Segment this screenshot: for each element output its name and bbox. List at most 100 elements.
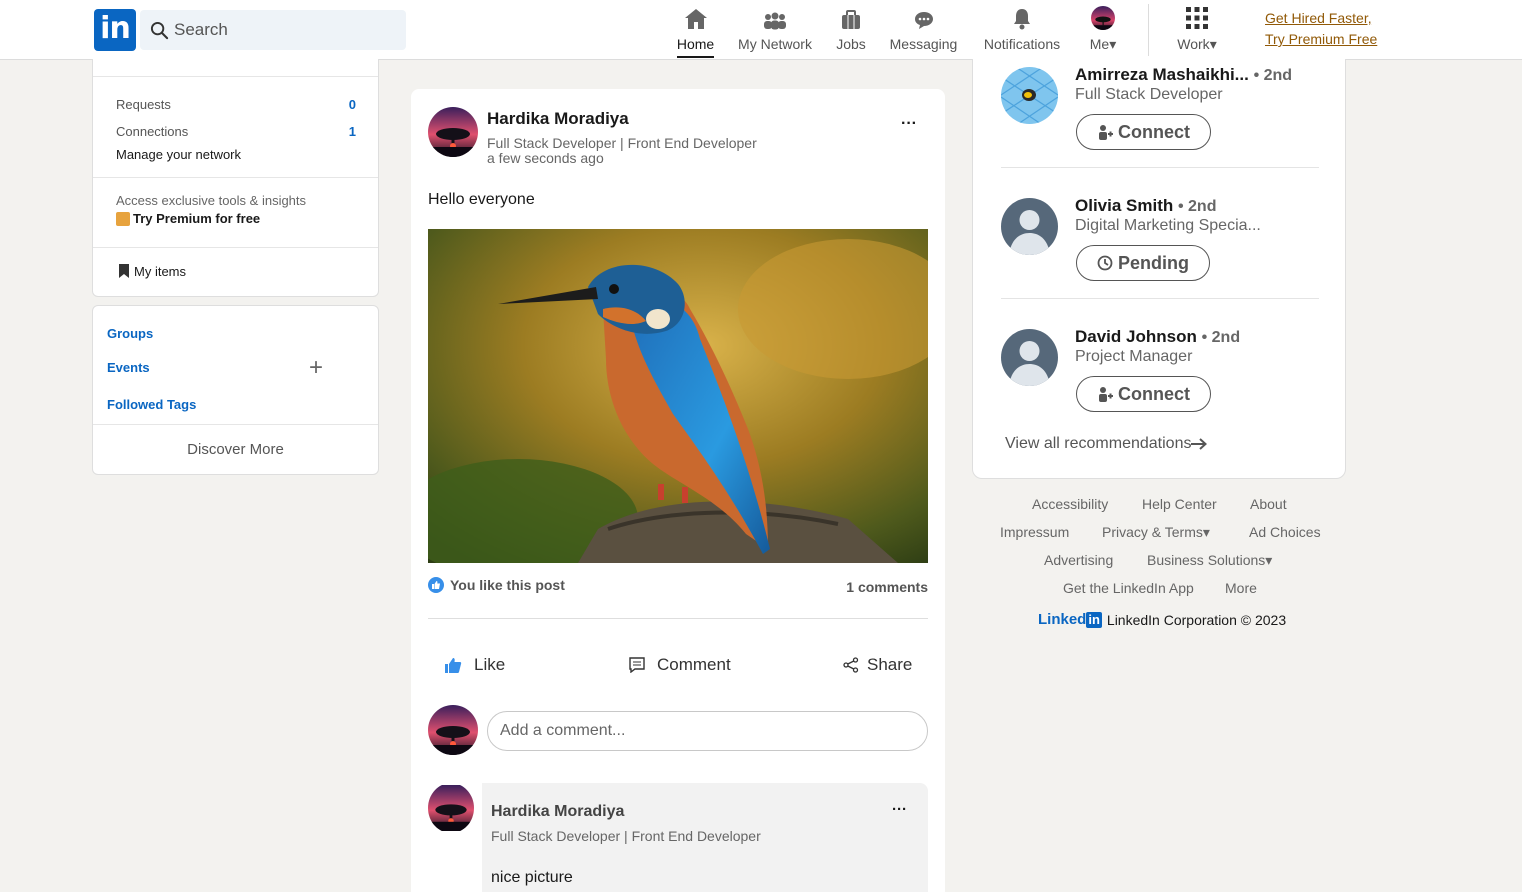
nav-me[interactable]: Me▾ bbox=[1086, 0, 1120, 60]
search-input[interactable] bbox=[174, 20, 374, 40]
nav-jobs[interactable]: Jobs bbox=[835, 0, 867, 60]
recommendation-name[interactable]: David Johnson • 2nd bbox=[1075, 327, 1240, 347]
commenter-avatar[interactable] bbox=[428, 705, 478, 755]
top-nav: in Home My Network Jobs Messaging Notifi… bbox=[0, 0, 1522, 60]
footer-link-more[interactable]: More bbox=[1225, 580, 1257, 596]
recommendation-name[interactable]: Amirreza Mashaikhi... • 2nd bbox=[1075, 65, 1292, 85]
add-event-button[interactable]: + bbox=[309, 356, 323, 380]
connection-degree: • 2nd bbox=[1201, 329, 1241, 346]
nav-notifications[interactable]: Notifications bbox=[981, 0, 1063, 60]
discover-more-button[interactable]: Discover More bbox=[93, 424, 378, 475]
nav-jobs-label: Jobs bbox=[836, 36, 866, 52]
footer-link-advertising[interactable]: Advertising bbox=[1044, 552, 1113, 568]
post-image-kingfisher[interactable] bbox=[428, 229, 928, 563]
recommendation-avatar[interactable] bbox=[1001, 329, 1058, 386]
requests-row[interactable]: Requests 0 bbox=[116, 97, 356, 112]
nav-work[interactable]: Work▾ bbox=[1176, 0, 1218, 60]
connections-count: 1 bbox=[348, 124, 356, 139]
bell-icon bbox=[1014, 9, 1030, 30]
nav-home[interactable]: Home bbox=[677, 0, 714, 60]
chevron-down-icon: ▾ bbox=[1209, 36, 1217, 52]
premium-line-2: Try Premium Free bbox=[1265, 31, 1378, 47]
nav-messaging-label: Messaging bbox=[889, 36, 958, 52]
chevron-down-icon: ▾ bbox=[1109, 36, 1117, 52]
footer-link-about[interactable]: About bbox=[1250, 496, 1287, 512]
premium-promo-text: Access exclusive tools & insights bbox=[116, 193, 307, 208]
try-premium-link[interactable]: Try Premium for free bbox=[116, 211, 260, 226]
my-items-link[interactable]: My items bbox=[118, 263, 186, 279]
footer-link-help-center[interactable]: Help Center bbox=[1142, 496, 1217, 512]
share-icon bbox=[843, 657, 859, 673]
share-button[interactable]: Share bbox=[843, 655, 912, 675]
footer-link-get-app[interactable]: Get the LinkedIn App bbox=[1063, 580, 1194, 596]
grid-icon bbox=[1186, 7, 1208, 29]
add-user-icon bbox=[1099, 125, 1113, 140]
post-reactions[interactable]: You like this post bbox=[428, 577, 565, 593]
copyright-text: LinkedIn Corporation © 2023 bbox=[1106, 611, 1287, 628]
linkedin-logo-small: in bbox=[1086, 611, 1102, 628]
linkedin-logo[interactable]: in bbox=[94, 9, 136, 51]
recommendation-name[interactable]: Olivia Smith • 2nd bbox=[1075, 196, 1216, 216]
nav-my-network[interactable]: My Network bbox=[737, 0, 813, 60]
footer-link-accessibility[interactable]: Accessibility bbox=[1032, 496, 1108, 512]
linkedin-wordmark: Linked bbox=[1038, 611, 1087, 628]
comment-author-name[interactable]: Hardika Moradiya bbox=[491, 803, 624, 821]
pending-label: Pending bbox=[1118, 252, 1189, 273]
comment-menu-button[interactable]: ··· bbox=[892, 801, 907, 818]
view-all-recommendations-link[interactable]: View all recommendations bbox=[1005, 435, 1208, 453]
comment-bubble: Hardika Moradiya Full Stack Developer | … bbox=[482, 783, 928, 892]
footer-link-privacy-terms[interactable]: Privacy & Terms▾ bbox=[1102, 524, 1210, 541]
nav-me-label: Me▾ bbox=[1089, 36, 1117, 52]
followed-tags-link[interactable]: Followed Tags bbox=[107, 397, 196, 412]
arrow-right-icon bbox=[1191, 438, 1208, 450]
comment-button[interactable]: Comment bbox=[629, 655, 731, 675]
premium-link[interactable]: Get Hired Faster, Try Premium Free bbox=[1265, 8, 1377, 50]
manage-network-link[interactable]: Manage your network bbox=[116, 147, 241, 162]
footer-link-impressum[interactable]: Impressum bbox=[1000, 524, 1069, 540]
search-icon bbox=[150, 21, 169, 39]
groups-link[interactable]: Groups bbox=[107, 326, 153, 341]
feed-post: Hardika Moradiya Full Stack Developer | … bbox=[411, 89, 945, 892]
pending-button[interactable]: Pending bbox=[1076, 245, 1210, 281]
network-summary-card: Requests 0 Connections 1 Manage your net… bbox=[92, 59, 379, 297]
requests-label: Requests bbox=[116, 97, 171, 112]
recommendation-avatar[interactable] bbox=[1001, 67, 1058, 124]
nav-notifications-label: Notifications bbox=[983, 36, 1061, 52]
divider bbox=[1001, 298, 1319, 299]
events-link[interactable]: Events bbox=[107, 360, 150, 375]
connect-button[interactable]: Connect bbox=[1076, 376, 1211, 412]
comment-label: Comment bbox=[657, 655, 731, 674]
thumbs-up-badge-icon bbox=[428, 577, 444, 593]
home-icon bbox=[684, 9, 707, 29]
post-author-avatar[interactable] bbox=[428, 107, 478, 157]
comments-count[interactable]: 1 comments bbox=[846, 579, 928, 595]
divider bbox=[93, 247, 378, 248]
connections-row[interactable]: Connections 1 bbox=[116, 124, 356, 139]
bookmark-icon bbox=[119, 264, 129, 278]
briefcase-icon bbox=[842, 10, 860, 29]
recommendation-avatar[interactable] bbox=[1001, 198, 1058, 255]
footer-brand: Linked in LinkedIn Corporation © 2023 bbox=[1038, 611, 1286, 628]
comment-author-avatar[interactable] bbox=[428, 783, 474, 833]
search-bar[interactable] bbox=[140, 10, 406, 50]
divider bbox=[93, 76, 378, 77]
nav-divider bbox=[1148, 4, 1149, 56]
post-menu-button[interactable]: ··· bbox=[901, 115, 917, 133]
nav-work-label: Work▾ bbox=[1177, 36, 1217, 52]
chevron-down-icon: ▾ bbox=[1202, 524, 1210, 540]
chevron-down-icon: ▾ bbox=[1265, 552, 1273, 568]
community-card: Groups Events + Followed Tags Discover M… bbox=[92, 305, 379, 475]
my-items-label: My items bbox=[134, 263, 186, 279]
nav-home-label: Home bbox=[676, 36, 715, 52]
footer-link-ad-choices[interactable]: Ad Choices bbox=[1249, 524, 1321, 540]
post-author-name[interactable]: Hardika Moradiya bbox=[487, 109, 629, 129]
like-button[interactable]: Like bbox=[444, 655, 505, 675]
nav-my-network-label: My Network bbox=[738, 36, 812, 52]
thumbs-up-icon bbox=[445, 658, 462, 673]
comment-input[interactable] bbox=[487, 711, 928, 751]
nav-messaging[interactable]: Messaging bbox=[888, 0, 959, 60]
footer-link-business-solutions[interactable]: Business Solutions▾ bbox=[1147, 552, 1272, 569]
connect-button[interactable]: Connect bbox=[1076, 114, 1211, 150]
post-author-headline: Full Stack Developer | Front End Develop… bbox=[487, 135, 757, 151]
network-icon bbox=[764, 12, 786, 30]
